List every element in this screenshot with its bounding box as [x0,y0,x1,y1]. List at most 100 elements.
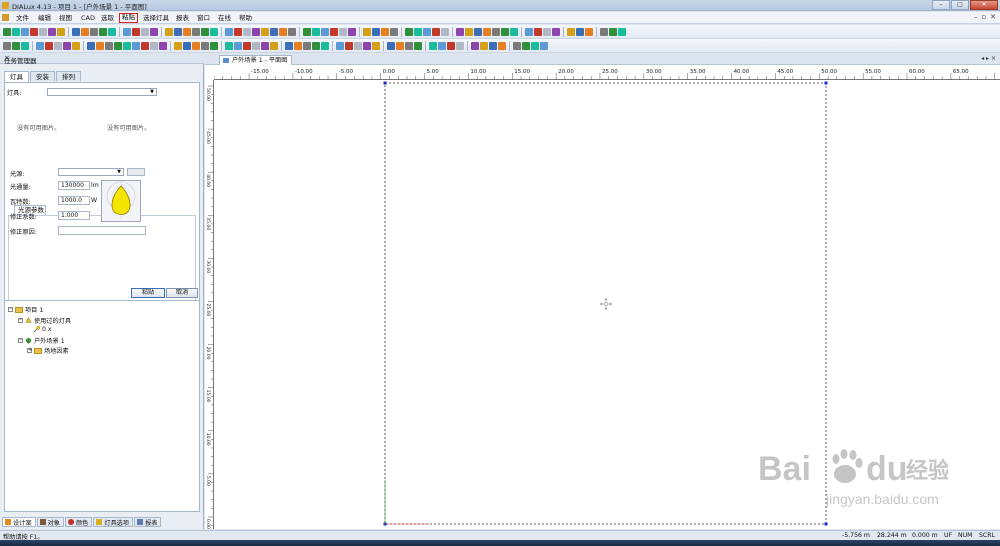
toolbar-button-icon[interactable] [261,27,269,36]
toolbar-button-icon[interactable] [303,27,311,36]
toolbar-button-icon[interactable] [192,41,200,50]
toolbar-button-icon[interactable] [105,41,113,50]
plan-canvas[interactable] [214,80,1000,529]
toolbar-button-icon[interactable] [540,41,548,50]
wattage-field[interactable]: 1000.0 [58,196,90,205]
toolbar-button-icon[interactable] [81,27,89,36]
toolbar-button-icon[interactable] [312,41,320,50]
toolbar-button-icon[interactable] [336,41,344,50]
toolbar-button-icon[interactable] [12,27,20,36]
toolbar-button-icon[interactable] [438,41,446,50]
toolbar-button-icon[interactable] [498,41,506,50]
toolbar-button-icon[interactable] [396,41,404,50]
toolbar-button-icon[interactable] [339,27,347,36]
collapse-icon[interactable]: – [8,307,13,312]
toolbar-button-icon[interactable] [234,27,242,36]
toolbar-button-icon[interactable] [183,41,191,50]
toolbar-button-icon[interactable] [63,41,71,50]
toolbar-button-icon[interactable] [321,27,329,36]
toolbar-button-icon[interactable] [123,41,131,50]
toolbar-button-icon[interactable] [345,41,353,50]
toolbar-button-icon[interactable] [123,27,131,36]
toolbar-button-icon[interactable] [150,41,158,50]
correction-reason-field[interactable] [58,226,146,235]
toolbar-button-icon[interactable] [474,27,482,36]
toolbar-button-icon[interactable] [441,27,449,36]
toolbar-button-icon[interactable] [429,41,437,50]
toolbar-button-icon[interactable] [390,27,398,36]
toolbar-button-icon[interactable] [21,27,29,36]
toolbar-button-icon[interactable] [348,27,356,36]
tab-guide-colors[interactable]: 颜色 [64,517,93,527]
toolbar-button-icon[interactable] [456,41,464,50]
toolbar-button-icon[interactable] [288,27,296,36]
toolbar-button-icon[interactable] [210,41,218,50]
mdi-close-button[interactable]: ✕ [990,13,996,21]
toolbar-button-icon[interactable] [354,41,362,50]
toolbar-button-icon[interactable] [225,27,233,36]
tab-guide-design[interactable]: 设计案 [2,517,36,527]
toolbar-button-icon[interactable] [600,27,608,36]
toolbar-button-icon[interactable] [567,27,575,36]
toolbar-button-icon[interactable] [72,27,80,36]
toolbar-button-icon[interactable] [405,27,413,36]
toolbar-button-icon[interactable] [543,27,551,36]
toolbar-button-icon[interactable] [3,41,11,50]
menu-help[interactable]: 帮助 [237,13,254,23]
toolbar-button-icon[interactable] [312,27,320,36]
boundary-handle[interactable] [383,81,387,85]
toolbar-button-icon[interactable] [480,41,488,50]
toolbar-button-icon[interactable] [618,27,626,36]
toolbar-button-icon[interactable] [279,27,287,36]
toolbar-button-icon[interactable] [372,27,380,36]
toolbar-button-icon[interactable] [159,41,167,50]
toolbar-button-icon[interactable] [114,41,122,50]
paste-button[interactable]: 粘贴 [131,288,165,298]
toolbar-button-icon[interactable] [522,41,530,50]
toolbar-button-icon[interactable] [183,27,191,36]
toolbar-button-icon[interactable] [405,41,413,50]
toolbar-button-icon[interactable] [45,41,53,50]
toolbar-button-icon[interactable] [225,41,233,50]
toolbar-button-icon[interactable] [87,41,95,50]
toolbar-button-icon[interactable] [387,41,395,50]
toolbar-button-icon[interactable] [210,27,218,36]
toolbar-button-icon[interactable] [456,27,464,36]
toolbar-button-icon[interactable] [531,41,539,50]
toolbar-button-icon[interactable] [165,27,173,36]
toolbar-button-icon[interactable] [192,27,200,36]
toolbar-button-icon[interactable] [489,41,497,50]
boundary-handle[interactable] [824,81,828,85]
toolbar-button-icon[interactable] [57,27,65,36]
toolbar-button-icon[interactable] [363,41,371,50]
menu-paste[interactable]: 粘贴 [119,13,138,23]
menu-window[interactable]: 窗口 [195,13,212,23]
mdi-restore-button[interactable]: ▫ [981,13,986,21]
toolbar-button-icon[interactable] [36,41,44,50]
toolbar-button-icon[interactable] [96,41,104,50]
tab-guide-luminaire-selection[interactable]: 灯具选项 [93,517,134,527]
toolbar-button-icon[interactable] [471,41,479,50]
menu-online[interactable]: 在线 [216,13,233,23]
menu-cad[interactable]: CAD [79,13,97,23]
close-button[interactable]: ✕ [970,0,998,10]
toolbar-button-icon[interactable] [534,27,542,36]
maximize-button[interactable]: □ [951,0,969,10]
toolbar-button-icon[interactable] [285,41,293,50]
toolbar-button-icon[interactable] [3,27,11,36]
toolbar-button-icon[interactable] [243,27,251,36]
toolbar-button-icon[interactable] [252,41,260,50]
toolbar-button-icon[interactable] [552,27,560,36]
toolbar-button-icon[interactable] [252,27,260,36]
toolbar-button-icon[interactable] [270,41,278,50]
toolbar-button-icon[interactable] [510,27,518,36]
toolbar-button-icon[interactable] [609,27,617,36]
tab-luminaire[interactable]: 灯具 [4,71,29,82]
mdi-minimize-button[interactable]: – [974,13,978,21]
toolbar-button-icon[interactable] [414,27,422,36]
tree-node-site-elements[interactable]: + 场地因素 [27,346,69,355]
minimize-button[interactable]: – [932,0,950,10]
toolbar-button-icon[interactable] [576,27,584,36]
toolbar-button-icon[interactable] [303,41,311,50]
toolbar-button-icon[interactable] [294,41,302,50]
